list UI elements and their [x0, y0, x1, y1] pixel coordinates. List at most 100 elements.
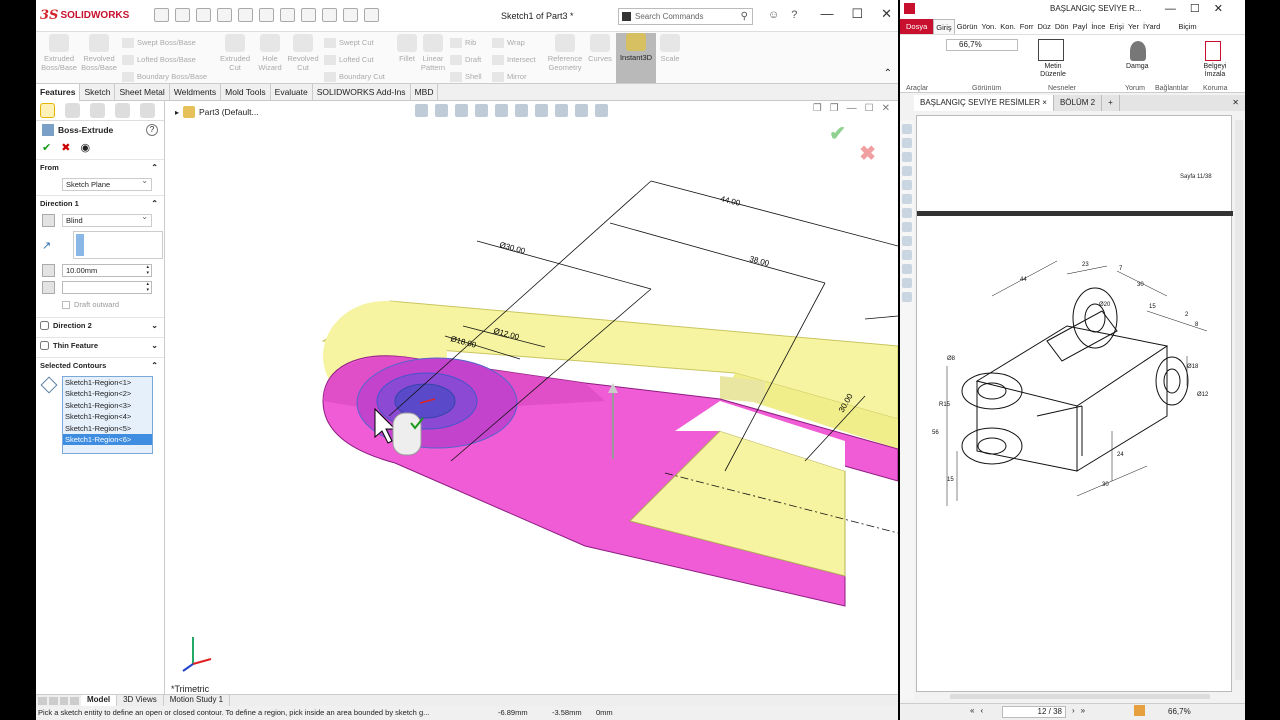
save-icon[interactable]	[217, 8, 232, 22]
print-icon[interactable]	[238, 8, 253, 22]
pdf-horizontal-scrollbar[interactable]	[950, 694, 1210, 699]
direction-selection-box[interactable]	[73, 231, 163, 259]
revolved-boss-button[interactable]: Revolved Boss/Base	[80, 34, 118, 72]
intersect-button[interactable]: Intersect	[492, 51, 542, 68]
draft-button[interactable]: Draft	[450, 51, 484, 68]
pen-icon[interactable]	[902, 264, 912, 274]
feature-tree-icon[interactable]	[65, 103, 80, 118]
list-item[interactable]: Sketch1-Region<5>	[63, 423, 152, 434]
from-select[interactable]: Sketch Plane	[62, 176, 152, 191]
doc-tab-bolum2[interactable]: BÖLÜM 2	[1054, 95, 1103, 111]
list-item[interactable]: Sketch1-Region<1>	[63, 377, 152, 388]
curves-button[interactable]: Curves	[586, 34, 614, 63]
section-direction-1[interactable]: Direction 1 ⌃	[36, 195, 164, 211]
hand-tool-icon[interactable]	[902, 124, 912, 134]
dim-44[interactable]: 44.00	[720, 194, 742, 208]
maximize-button[interactable]: ☐	[851, 6, 863, 22]
layers-icon[interactable]	[902, 194, 912, 204]
help-icon[interactable]: ?	[791, 9, 797, 21]
draft-outward-checkbox[interactable]: Draft outward	[36, 300, 164, 309]
graphics-area[interactable]: ▸ Part3 (Default... ❐ ❐ — ☐ ✕ ✔ ✖ 44.00 …	[165, 101, 898, 694]
pdf-page[interactable]: Sayfa 11/38 44 23 7 30 15 2 8 56 24 30 1…	[916, 115, 1233, 692]
close-doc-icon[interactable]: ✕	[1226, 95, 1245, 111]
tab-ince[interactable]: İnce	[1089, 19, 1107, 34]
tab-model[interactable]: Model	[81, 695, 118, 706]
file-properties-icon[interactable]	[343, 8, 358, 22]
last-tab-icon[interactable]	[70, 697, 79, 705]
close-button[interactable]: ✕	[881, 6, 892, 22]
draft-toggle-icon[interactable]	[42, 281, 55, 294]
scale-button[interactable]: Scale	[658, 34, 682, 63]
direction-2-checkbox[interactable]	[40, 321, 49, 330]
collapse-ribbon-icon[interactable]: ⌃	[884, 68, 892, 79]
attachment-icon[interactable]	[902, 222, 912, 232]
contours-list[interactable]: Sketch1-Region<1> Sketch1-Region<2> Sket…	[62, 376, 153, 454]
undo-icon[interactable]	[259, 8, 274, 22]
draft-angle-input[interactable]	[62, 281, 152, 294]
lofted-boss-button[interactable]: Lofted Boss/Base	[122, 51, 214, 68]
list-item-selected[interactable]: Sketch1-Region<6>	[63, 433, 152, 446]
new-tab-icon[interactable]: +	[1102, 95, 1120, 111]
tab-sketch[interactable]: Sketch	[80, 84, 116, 101]
tab-yon[interactable]: Yon.	[980, 19, 999, 34]
pdf-vertical-scrollbar[interactable]	[1235, 120, 1243, 680]
tab-3d-views[interactable]: 3D Views	[117, 695, 164, 706]
list-item[interactable]: Sketch1-Region<4>	[63, 411, 152, 422]
comment-icon[interactable]	[902, 278, 912, 288]
select-tool-icon[interactable]	[902, 138, 912, 148]
reference-geometry-button[interactable]: Reference Geometry	[544, 34, 586, 72]
cancel-x-icon[interactable]: ✖	[61, 141, 70, 154]
list-item[interactable]: Sketch1-Region<3>	[63, 400, 152, 411]
section-direction-2[interactable]: Direction 2 ⌄	[36, 317, 164, 333]
depth-input[interactable]: 10.00mm	[62, 264, 152, 277]
tab-yer[interactable]: Yer	[1126, 19, 1141, 34]
sign-document-icon[interactable]	[1205, 41, 1221, 61]
section-selected-contours[interactable]: Selected Contours ⌃	[36, 357, 164, 373]
property-manager-icon[interactable]	[40, 103, 55, 118]
open-icon[interactable]	[196, 8, 211, 22]
minimize-button[interactable]: —	[820, 6, 833, 22]
sign-document-label[interactable]: Belgeyi İmzala	[1200, 63, 1230, 79]
linear-pattern-button[interactable]: Linear Pattern	[418, 34, 448, 72]
fit-page-icon[interactable]	[1134, 705, 1145, 716]
prev-tab-icon[interactable]	[48, 697, 58, 705]
preview-eye-icon[interactable]: ◉	[80, 141, 90, 154]
tab-giris[interactable]: Giriş	[933, 19, 955, 34]
tab-yard[interactable]: İYard	[1141, 19, 1162, 34]
doc-tab-baslangic[interactable]: BAŞLANGIÇ SEVİYE RESİMLER ×	[914, 95, 1054, 111]
new-icon[interactable]	[175, 8, 190, 22]
extruded-boss-button[interactable]: Extruded Boss/Base	[40, 34, 78, 72]
home-icon[interactable]	[154, 8, 169, 22]
tab-don[interactable]: Dön	[1053, 19, 1071, 34]
page-nav-icons[interactable]: «‹	[970, 706, 989, 715]
options-gear-icon[interactable]	[364, 8, 379, 22]
configuration-icon[interactable]	[90, 103, 105, 118]
bookmark-icon[interactable]	[902, 152, 912, 162]
end-condition-select[interactable]: Blind	[62, 212, 152, 227]
swept-boss-button[interactable]: Swept Boss/Base	[122, 34, 214, 51]
tab-mold-tools[interactable]: Mold Tools	[221, 84, 271, 101]
stamp-label[interactable]: Damga	[1126, 63, 1149, 70]
zoom-select[interactable]: 66,7%	[946, 39, 1018, 51]
user-icon[interactable]: ☺	[768, 9, 779, 21]
close-tab-icon[interactable]: ×	[1042, 98, 1047, 107]
tab-erisi[interactable]: Erişi	[1107, 19, 1126, 34]
mirror-button[interactable]: Mirror	[492, 68, 542, 85]
note-icon[interactable]	[902, 166, 912, 176]
hole-wizard-button[interactable]: Hole Wizard	[254, 34, 286, 72]
dim-38[interactable]: 38.00	[748, 254, 770, 268]
stamp-icon[interactable]	[1130, 41, 1146, 61]
eraser-icon[interactable]	[902, 250, 912, 260]
list-item[interactable]: Sketch1-Region<2>	[63, 388, 152, 399]
shell-button[interactable]: Shell	[450, 68, 484, 85]
tab-payl[interactable]: Payl	[1071, 19, 1090, 34]
section-from[interactable]: From ⌃	[36, 159, 164, 175]
section-thin-feature[interactable]: Thin Feature ⌄	[36, 337, 164, 353]
reverse-direction-icon[interactable]	[42, 214, 55, 227]
edit-text-icon[interactable]	[1038, 39, 1064, 61]
swept-cut-button[interactable]: Swept Cut	[324, 34, 394, 51]
tab-bicim[interactable]: Biçim	[1176, 19, 1198, 34]
boundary-cut-button[interactable]: Boundary Cut	[324, 68, 394, 85]
tab-duz[interactable]: Düz	[1035, 19, 1052, 34]
revolved-cut-button[interactable]: Revolved Cut	[286, 34, 320, 72]
